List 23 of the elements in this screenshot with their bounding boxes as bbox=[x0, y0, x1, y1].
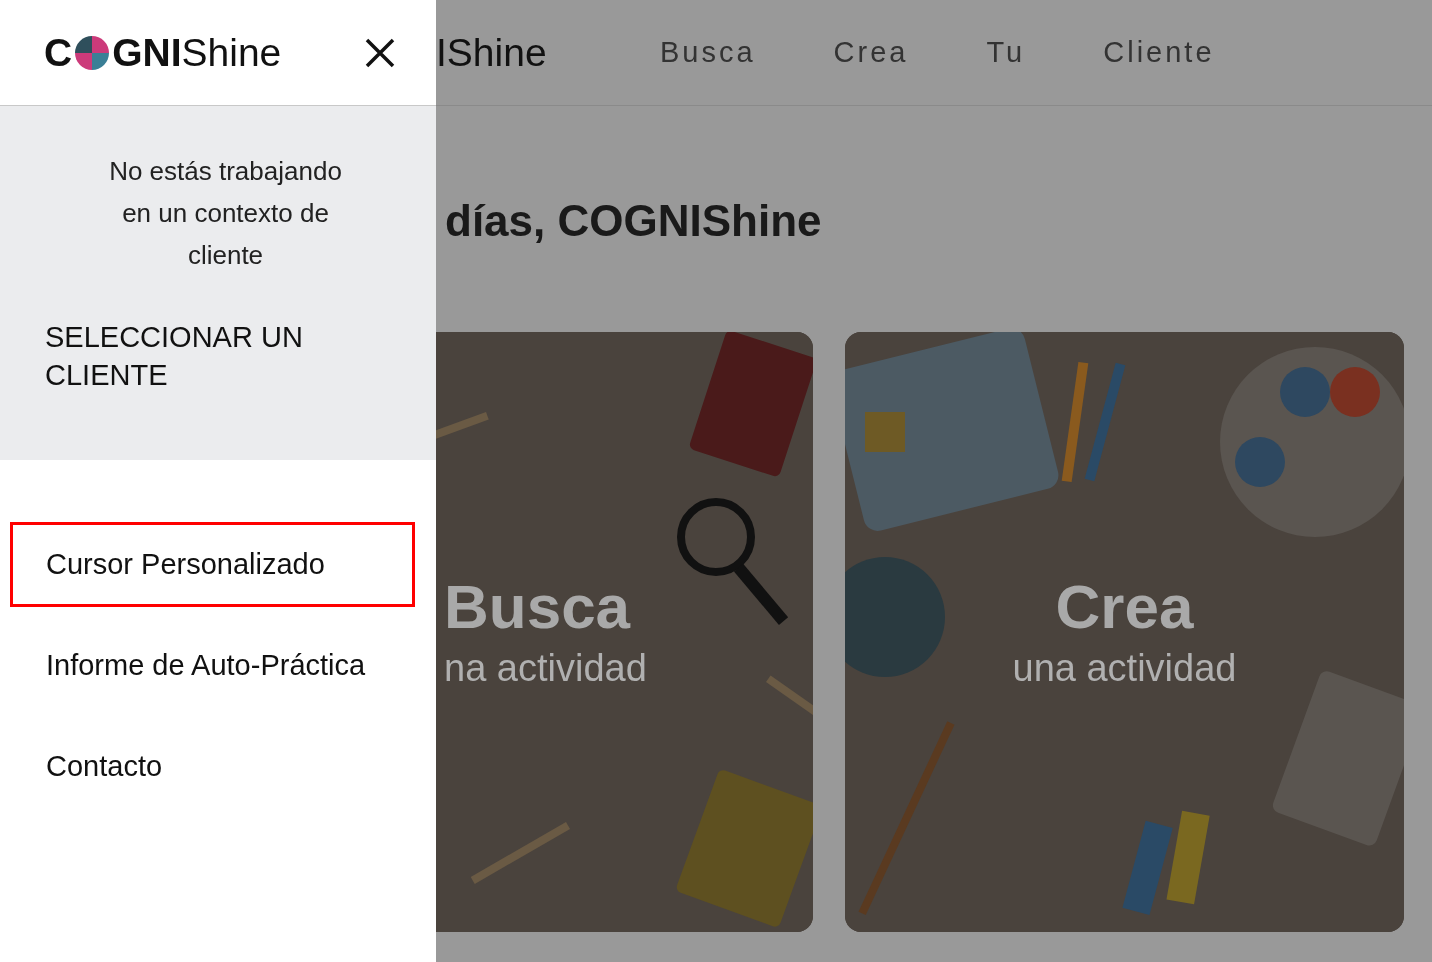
card-title: Crea bbox=[1055, 572, 1194, 642]
activity-card[interactable]: Busca na actividad bbox=[436, 332, 813, 932]
menu-item[interactable]: Cursor Personalizado bbox=[10, 522, 415, 607]
close-icon bbox=[364, 36, 396, 69]
menu-item[interactable]: Informe de Auto-Práctica bbox=[10, 623, 415, 708]
select-client-link[interactable]: SELECCIONAR UN CLIENTE bbox=[45, 318, 345, 394]
card-subtitle: na actividad bbox=[444, 646, 647, 691]
nav-link[interactable]: Crea bbox=[833, 36, 909, 69]
nav-link[interactable]: Busca bbox=[660, 36, 756, 69]
greeting: días, COGNIShine bbox=[445, 196, 823, 246]
menu-item[interactable]: Contacto bbox=[10, 724, 415, 809]
logo-circle-icon bbox=[74, 34, 111, 71]
logo-text: Shine bbox=[181, 30, 282, 75]
nav-link[interactable]: Tu bbox=[986, 36, 1026, 69]
close-button[interactable] bbox=[364, 36, 396, 69]
card-subtitle: una actividad bbox=[1012, 646, 1237, 691]
logo-text: IShine bbox=[436, 30, 548, 75]
card-title: Busca bbox=[444, 572, 631, 642]
context-notice: No estás trabajando en un contexto de cliente bbox=[108, 155, 343, 272]
logo-text: GNI bbox=[112, 30, 182, 75]
nav-link[interactable]: Cliente bbox=[1103, 36, 1215, 69]
logo-text: C bbox=[44, 30, 73, 75]
activity-card[interactable]: Crea una actividad bbox=[845, 332, 1404, 932]
